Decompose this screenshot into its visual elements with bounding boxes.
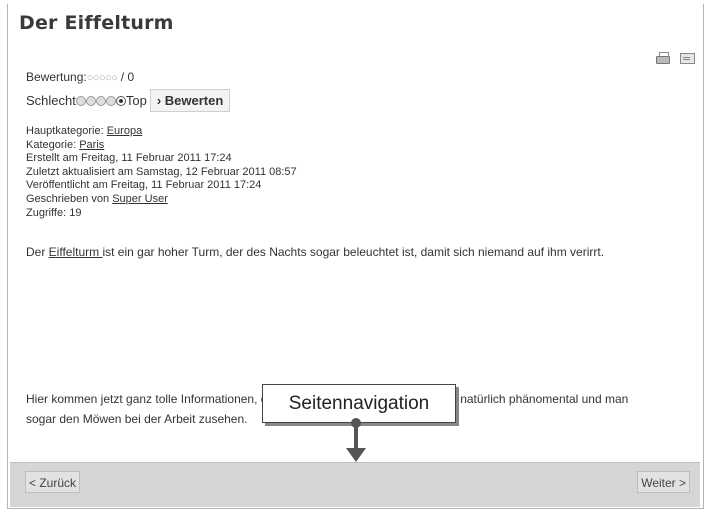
- prev-page-button[interactable]: < Zurück: [25, 471, 81, 493]
- next-page-button[interactable]: Weiter >: [637, 471, 690, 493]
- callout-label: Seitennavigation: [262, 384, 456, 423]
- vote-radio-2[interactable]: [85, 95, 96, 106]
- page-navigation: < Zurück Weiter >: [10, 462, 700, 507]
- rating-value: / 0: [117, 70, 135, 84]
- created-date: Erstellt am Freitag, 11 Februar 2011 17:…: [26, 152, 232, 165]
- article-meta: Hauptkategorie: Europa Kategorie: Paris …: [26, 125, 297, 220]
- article-body: Der Eiffelturm ist ein gar hoher Turm, d…: [26, 245, 605, 259]
- main-category: Hauptkategorie: Europa: [26, 125, 143, 137]
- vote-high-label: Top: [125, 93, 147, 108]
- vote-radio-3[interactable]: [95, 95, 106, 106]
- hits: Zugriffe: 19: [26, 206, 82, 219]
- eiffelturm-link[interactable]: Eiffelturm: [49, 245, 103, 259]
- print-icon[interactable]: [656, 52, 670, 64]
- author: Geschrieben von Super User: [26, 192, 168, 205]
- rating-label: Bewertung:: [26, 70, 87, 84]
- vote-form: Schlecht Top › Bewerten: [26, 89, 231, 112]
- updated-date: Zuletzt aktualisiert am Samstag, 12 Febr…: [26, 165, 297, 178]
- callout-arrow-dot: [351, 418, 361, 428]
- vote-radio-5[interactable]: [115, 95, 126, 106]
- page-title: Der Eiffelturm: [19, 12, 174, 34]
- vote-radio-1[interactable]: [75, 95, 86, 106]
- rate-button[interactable]: › Bewerten: [149, 89, 231, 112]
- category: Kategorie: Paris: [26, 138, 105, 151]
- article-tools: [656, 52, 695, 64]
- main-category-link[interactable]: Europa: [107, 125, 142, 137]
- category-link[interactable]: Paris: [79, 139, 104, 151]
- callout-arrow-head: [346, 448, 366, 462]
- vote-radio-4[interactable]: [105, 95, 116, 106]
- rating-circles: ○○○○○: [86, 72, 118, 84]
- published-date: Veröffentlicht am Freitag, 11 Februar 20…: [26, 179, 262, 192]
- mail-icon[interactable]: [680, 52, 695, 64]
- rating-display: Bewertung:○○○○○ / 0: [26, 70, 134, 84]
- vote-low-label: Schlecht: [26, 93, 76, 108]
- author-link[interactable]: Super User: [112, 193, 168, 205]
